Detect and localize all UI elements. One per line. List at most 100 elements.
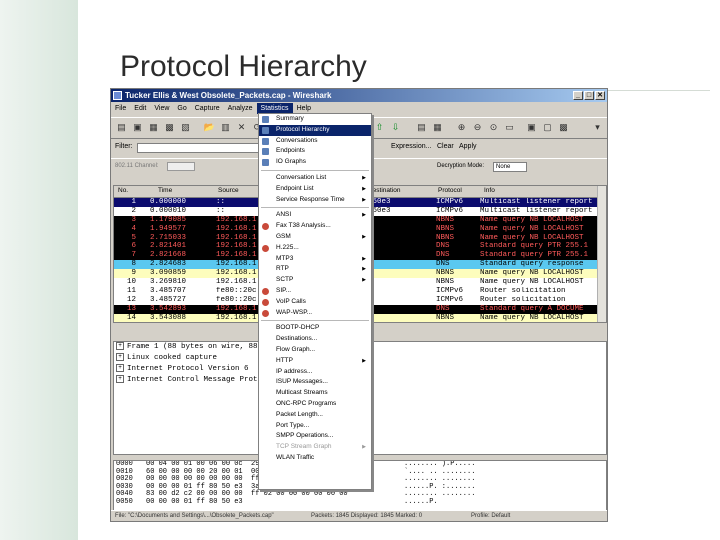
fax-icon	[262, 223, 269, 231]
packet-protocol: DNS	[436, 251, 450, 260]
submenu-arrow-icon: ▶	[362, 255, 366, 262]
menu-item-label: Port Type...	[276, 421, 310, 429]
menu-item-endpoints[interactable]: Endpoints	[259, 146, 371, 157]
menu-item-ansi[interactable]: ANSI ▶	[259, 210, 371, 221]
apply-button[interactable]: Apply	[459, 143, 477, 150]
zoom-out-icon[interactable]: ⊖	[471, 121, 484, 134]
colorize-icon[interactable]: ▤	[415, 121, 428, 134]
packet-source: 192.168.1.	[216, 313, 262, 322]
packet-info: Name query NB LOCALHOST	[480, 215, 584, 224]
menu-item-http[interactable]: HTTP ▶	[259, 356, 371, 367]
menu-item-fax-t38-analysis[interactable]: Fax T38 Analysis...	[259, 221, 371, 232]
packet-source: ::	[216, 198, 226, 206]
menu-item-sip[interactable]: SIP...	[259, 286, 371, 297]
menu-item-label: Packet Length...	[276, 410, 323, 418]
menu-item-voip-calls[interactable]: VoIP Calls	[259, 297, 371, 308]
interfaces-icon[interactable]: ▤	[115, 121, 128, 134]
coloring-rules-icon[interactable]: ▩	[557, 121, 570, 134]
menu-item-port-type[interactable]: Port Type...	[259, 421, 371, 432]
save-file-icon[interactable]: ▥	[219, 121, 232, 134]
menu-item-packet-length[interactable]: Packet Length...	[259, 410, 371, 421]
menu-item-smpp-operations[interactable]: SMPP Operations...	[259, 431, 371, 442]
window-titlebar[interactable]: Tucker Ellis & West Obsolete_Packets.cap…	[111, 89, 607, 102]
menu-item-label: TCP Stream Graph	[276, 443, 332, 451]
packet-protocol: NBNS	[436, 278, 455, 287]
toolbar-overflow-icon[interactable]: ▾	[591, 121, 604, 134]
menu-item-conversation-list[interactable]: Conversation List ▶	[259, 173, 371, 184]
column-header-time[interactable]: Time	[158, 187, 172, 194]
go-up-icon[interactable]: ⇧	[373, 121, 386, 134]
menu-view[interactable]: View	[150, 103, 173, 114]
column-header-info[interactable]: Info	[484, 187, 495, 194]
menu-item-isup-messages[interactable]: ISUP Messages...	[259, 377, 371, 388]
restart-capture-icon[interactable]: ▧	[179, 121, 192, 134]
menu-item-conversations[interactable]: Conversations	[259, 136, 371, 147]
close-button[interactable]: ✕	[595, 91, 605, 100]
packet-number: 4	[131, 224, 136, 233]
close-file-icon[interactable]: ✕	[235, 121, 248, 134]
stop-capture-icon[interactable]: ▩	[163, 121, 176, 134]
menu-item-endpoint-list[interactable]: Endpoint List ▶	[259, 184, 371, 195]
minimize-button[interactable]: _	[573, 91, 583, 100]
go-down-icon[interactable]: ⇩	[389, 121, 402, 134]
expand-toggle-icon[interactable]: +	[116, 353, 124, 362]
menu-item-flow-graph[interactable]: Flow Graph...	[259, 345, 371, 356]
open-file-icon[interactable]: 📂	[203, 121, 216, 134]
summary-icon	[262, 116, 269, 123]
menu-edit[interactable]: Edit	[130, 103, 150, 114]
menu-item-rtp[interactable]: RTP ▶	[259, 264, 371, 275]
menu-item-mtp3[interactable]: MTP3 ▶	[259, 254, 371, 265]
column-header-destination[interactable]: Destination	[368, 187, 401, 194]
menu-item-gsm[interactable]: GSM ▶	[259, 232, 371, 243]
menu-item-protocol-hierarchy[interactable]: Protocol Hierarchy	[259, 124, 371, 136]
menu-item-multicast-streams[interactable]: Multicast Streams	[259, 388, 371, 399]
status-profile: Profile: Default	[471, 513, 511, 519]
decryption-mode-label: Decryption Mode:	[437, 163, 485, 169]
submenu-arrow-icon: ▶	[362, 196, 366, 203]
clear-button[interactable]: Clear	[437, 143, 454, 150]
column-header-source[interactable]: Source	[218, 187, 239, 194]
menu-separator	[261, 207, 369, 209]
filter-input[interactable]	[137, 143, 261, 153]
packet-list-scrollbar[interactable]	[597, 186, 606, 322]
capture-filters-icon[interactable]: ▣	[525, 121, 538, 134]
menu-file[interactable]: File	[111, 103, 130, 114]
zoom-normal-icon[interactable]: ⊙	[487, 121, 500, 134]
expression-button[interactable]: Expression...	[391, 143, 431, 150]
menu-item-service-response-time[interactable]: Service Response Time ▶	[259, 195, 371, 206]
menu-item-ip-address[interactable]: IP address...	[259, 367, 371, 378]
options-icon[interactable]: ▣	[131, 121, 144, 134]
packet-info: Name query NB LOCALHOST	[480, 233, 584, 242]
menu-item-wlan-traffic[interactable]: WLAN Traffic	[259, 453, 371, 464]
menu-item-io-graphs[interactable]: IO Graphs	[259, 157, 371, 168]
packet-time: 3.543088	[150, 313, 187, 322]
packet-info: Router solicitation	[480, 286, 566, 295]
channel-select[interactable]	[167, 162, 195, 171]
statistics-dropdown-menu: Summary Protocol Hierarchy Conversations En…	[258, 113, 372, 490]
menu-item-bootp-dhcp[interactable]: BOOTP-DHCP	[259, 323, 371, 334]
menu-item-h-225[interactable]: H.225...	[259, 243, 371, 254]
maximize-button[interactable]: □	[584, 91, 594, 100]
menu-analyze[interactable]: Analyze	[224, 103, 257, 114]
expand-toggle-icon[interactable]: +	[116, 375, 124, 384]
start-capture-icon[interactable]: ▦	[147, 121, 160, 134]
resize-columns-icon[interactable]: ▭	[503, 121, 516, 134]
menu-item-sctp[interactable]: SCTP ▶	[259, 275, 371, 286]
menu-separator	[261, 320, 369, 322]
zoom-in-icon[interactable]: ⊕	[455, 121, 468, 134]
menu-item-destinations[interactable]: Destinations...	[259, 334, 371, 345]
menu-item-label: Endpoints	[276, 147, 305, 155]
expand-toggle-icon[interactable]: +	[116, 364, 124, 373]
menu-item-summary[interactable]: Summary	[259, 114, 371, 125]
menu-item-wap-wsp[interactable]: WAP-WSP...	[259, 308, 371, 319]
display-filters-icon[interactable]: ▢	[541, 121, 554, 134]
menu-item-onc-rpc-programs[interactable]: ONC-RPC Programs	[259, 399, 371, 410]
column-header-no[interactable]: No.	[118, 187, 128, 194]
slide-title: Protocol Hierarchy	[120, 50, 367, 83]
decryption-mode-select[interactable]: None	[493, 162, 527, 172]
column-header-protocol[interactable]: Protocol	[438, 187, 462, 194]
menu-go[interactable]: Go	[173, 103, 190, 114]
auto-scroll-icon[interactable]: ▦	[431, 121, 444, 134]
expand-toggle-icon[interactable]: +	[116, 342, 124, 351]
menu-capture[interactable]: Capture	[191, 103, 224, 114]
